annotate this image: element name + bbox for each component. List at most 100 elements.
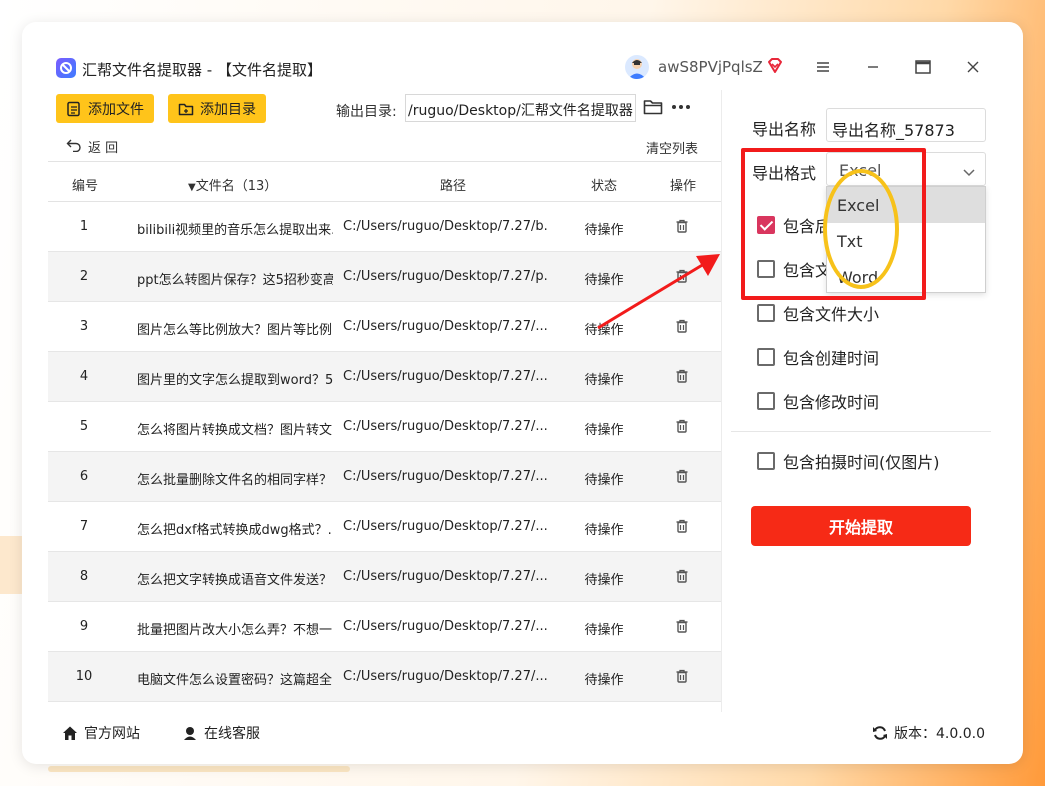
add-file-icon	[66, 101, 82, 117]
row-filename: bilibili视频里的音乐怎么提取出来...	[137, 223, 333, 238]
header-path[interactable]: 路径	[440, 175, 466, 194]
row-status: 待操作	[584, 623, 624, 638]
header-op[interactable]: 操作	[670, 175, 696, 194]
official-site-link[interactable]: 官方网站	[62, 723, 140, 743]
table-row[interactable]: 9 批量把图片改大小怎么弄？不想一... C:/Users/ruguo/Deskto…	[48, 602, 721, 652]
header-name-label: 文件名（13）	[195, 179, 278, 194]
checkbox-label: 包含创建时间	[783, 349, 880, 368]
row-path: C:/Users/ruguo/Desktop/7.27/...	[343, 419, 548, 434]
checkbox-created-time[interactable]: 包含创建时间	[757, 345, 879, 369]
row-no: 4	[79, 369, 89, 384]
table-header: 编号 ▼文件名（13） 路径 状态 操作	[48, 161, 721, 202]
table-row[interactable]: 8 怎么把文字转换成语音文件发送？... C:/Users/ruguo/Deskto…	[48, 552, 721, 602]
row-no: 8	[79, 569, 89, 584]
table-row[interactable]: 7 怎么把dxf格式转换成dwg格式？... C:/Users/ruguo/Desk…	[48, 502, 721, 552]
checkbox-label: 包含拍摄时间(仅图片)	[783, 453, 940, 472]
header-no[interactable]: 编号	[72, 175, 98, 194]
annotation-arrow	[597, 254, 720, 330]
diamond-icon[interactable]	[766, 57, 784, 75]
row-path: C:/Users/ruguo/Desktop/7.27/...	[343, 569, 548, 584]
trash-icon[interactable]	[674, 568, 690, 584]
header-name[interactable]: ▼文件名（13）	[188, 175, 277, 194]
online-support-label: 在线客服	[204, 726, 260, 742]
checkbox-box[interactable]	[757, 348, 775, 366]
trash-icon[interactable]	[674, 218, 690, 234]
avatar[interactable]	[625, 55, 649, 79]
chevron-down-icon[interactable]	[962, 163, 976, 177]
output-dir-label: 输出目录:	[336, 104, 397, 120]
checkbox-shot-time[interactable]: 包含拍摄时间(仅图片)	[757, 449, 940, 473]
row-no: 3	[79, 319, 89, 334]
row-status: 待操作	[584, 573, 624, 588]
row-status: 待操作	[584, 223, 624, 238]
background-strip	[48, 766, 350, 772]
checkbox-modified-time[interactable]: 包含修改时间	[757, 389, 879, 413]
panel-divider	[721, 90, 722, 712]
trash-icon[interactable]	[674, 518, 690, 534]
checkbox-box[interactable]	[757, 392, 775, 410]
back-icon	[66, 138, 82, 156]
row-status: 待操作	[584, 523, 624, 538]
hamburger-icon[interactable]	[812, 56, 834, 78]
row-no: 1	[79, 219, 89, 234]
row-filename: 怎么批量删除文件名的相同字样？...	[137, 473, 333, 488]
checkbox-file-size[interactable]: 包含文件大小	[757, 301, 879, 325]
checkbox-label: 包含修改时间	[783, 393, 880, 412]
row-path: C:/Users/ruguo/Desktop/7.27/...	[343, 669, 548, 684]
table-row[interactable]: 10 电脑文件怎么设置密码？这篇超全... C:/Users/ruguo/Deskt…	[48, 652, 721, 702]
checkbox-box[interactable]	[757, 304, 775, 322]
row-no: 10	[75, 669, 93, 684]
row-path: C:/Users/ruguo/Desktop/7.27/...	[343, 319, 548, 334]
folder-icon[interactable]	[643, 98, 663, 116]
checkbox-box[interactable]	[757, 452, 775, 470]
table-row[interactable]: 6 怎么批量删除文件名的相同字样？... C:/Users/ruguo/Deskto…	[48, 452, 721, 502]
footer-bar: 官方网站 在线客服 版本：4.0.0.0	[22, 714, 1023, 754]
back-button[interactable]: 返 回	[66, 137, 118, 156]
close-icon[interactable]	[962, 56, 984, 78]
trash-icon[interactable]	[674, 418, 690, 434]
row-filename: 图片怎么等比例放大？图片等比例...	[137, 323, 333, 338]
username[interactable]: awS8PVjPqlsZ	[658, 58, 763, 76]
row-path: C:/Users/ruguo/Desktop/7.27/b...	[343, 219, 548, 234]
header-status[interactable]: 状态	[591, 175, 617, 194]
row-path: C:/Users/ruguo/Desktop/7.27/...	[343, 519, 548, 534]
add-file-button[interactable]: 添加文件	[56, 94, 154, 123]
table-row[interactable]: 5 怎么将图片转换成文档？图片转文... C:/Users/ruguo/Deskto…	[48, 402, 721, 452]
table-row[interactable]: 4 图片里的文字怎么提取到word？5... C:/Users/ruguo/Desk…	[48, 352, 721, 402]
checkbox-label: 包含文件大小	[783, 305, 880, 324]
clear-list-button[interactable]: 清空列表	[646, 138, 698, 157]
trash-icon[interactable]	[674, 668, 690, 684]
app-title: 汇帮文件名提取器 - 【文件名提取】	[82, 61, 322, 79]
output-dir-field[interactable]: /ruguo/Desktop/汇帮文件名提取器	[405, 94, 636, 122]
export-name-input[interactable]: 导出名称_57873	[826, 108, 986, 142]
app-window: 汇帮文件名提取器 - 【文件名提取】 awS8PVjPqlsZ 添加文件 添加目…	[22, 22, 1023, 764]
panel-separator	[731, 431, 991, 432]
more-icon[interactable]	[670, 98, 692, 116]
version-info[interactable]: 版本：4.0.0.0	[872, 723, 985, 743]
start-extract-button[interactable]: 开始提取	[751, 506, 971, 546]
online-support-link[interactable]: 在线客服	[182, 723, 260, 743]
row-filename: 批量把图片改大小怎么弄？不想一...	[137, 623, 333, 638]
app-logo-icon	[56, 58, 76, 78]
refresh-icon	[873, 726, 887, 740]
row-no: 5	[79, 419, 89, 434]
row-path: C:/Users/ruguo/Desktop/7.27/p...	[343, 269, 548, 284]
row-path: C:/Users/ruguo/Desktop/7.27/...	[343, 619, 548, 634]
add-dir-button[interactable]: 添加目录	[168, 94, 266, 123]
row-no: 9	[79, 619, 89, 634]
maximize-icon[interactable]	[912, 56, 934, 78]
row-status: 待操作	[584, 673, 624, 688]
row-status: 待操作	[584, 373, 624, 388]
add-folder-icon	[178, 101, 194, 117]
trash-icon[interactable]	[674, 468, 690, 484]
minimize-icon[interactable]	[862, 56, 884, 78]
back-label: 返 回	[88, 141, 119, 156]
trash-icon[interactable]	[674, 618, 690, 634]
row-filename: 怎么将图片转换成文档？图片转文...	[137, 423, 333, 438]
add-dir-label: 添加目录	[200, 101, 256, 118]
row-status: 待操作	[584, 473, 624, 488]
row-no: 2	[79, 269, 89, 284]
trash-icon[interactable]	[674, 368, 690, 384]
row-no: 6	[79, 469, 89, 484]
row-filename: 怎么把dxf格式转换成dwg格式？...	[137, 523, 333, 538]
